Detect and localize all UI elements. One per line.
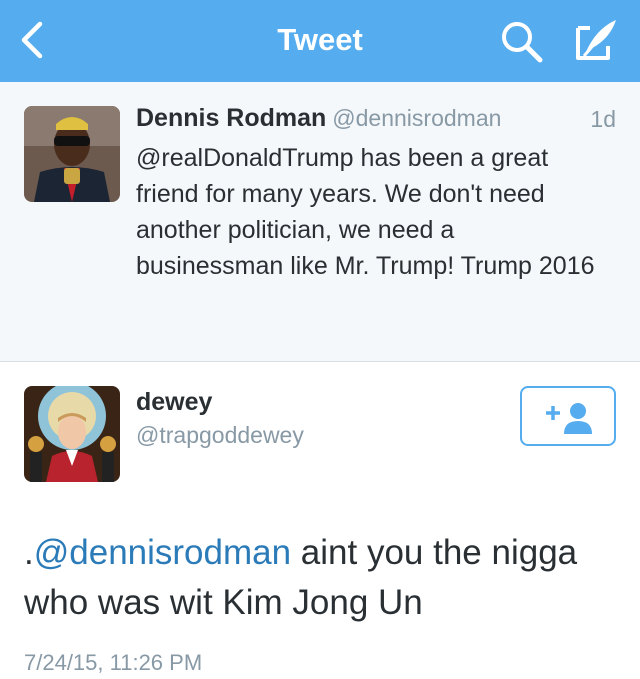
author-name[interactable]: dewey: [136, 388, 212, 417]
author-name[interactable]: Dennis Rodman: [136, 104, 326, 132]
follow-button[interactable]: [520, 386, 616, 446]
add-user-icon: [546, 403, 592, 434]
search-icon: [502, 22, 543, 63]
main-tweet: dewey @trapgoddewey .@dennisrodman aint …: [0, 362, 640, 679]
parent-tweet[interactable]: Dennis Rodman @dennisrodman 1d @realDonal…: [0, 82, 640, 362]
mention-link[interactable]: @dennisrodman: [34, 533, 291, 572]
tweet-header: Dennis Rodman @dennisrodman 1d: [136, 104, 616, 138]
search-button[interactable]: [498, 18, 546, 64]
tweet-text-prefix: .: [24, 533, 34, 572]
tweet-text: .@dennisrodman aint you the nigga who wa…: [24, 528, 624, 628]
avatar[interactable]: [24, 386, 120, 482]
tweet-text: @realDonaldTrump has been a great friend…: [136, 144, 595, 280]
tweet-timestamp: 7/24/15, 11:26 PM: [24, 650, 203, 675]
author-handle[interactable]: @dennisrodman: [332, 105, 501, 131]
nav-bar: Tweet: [0, 0, 640, 82]
compose-button[interactable]: [570, 16, 620, 64]
avatar[interactable]: [24, 106, 120, 202]
compose-icon: [576, 20, 616, 60]
author-handle[interactable]: @trapgoddewey: [136, 422, 304, 449]
tweet-time: 1d: [590, 106, 616, 132]
